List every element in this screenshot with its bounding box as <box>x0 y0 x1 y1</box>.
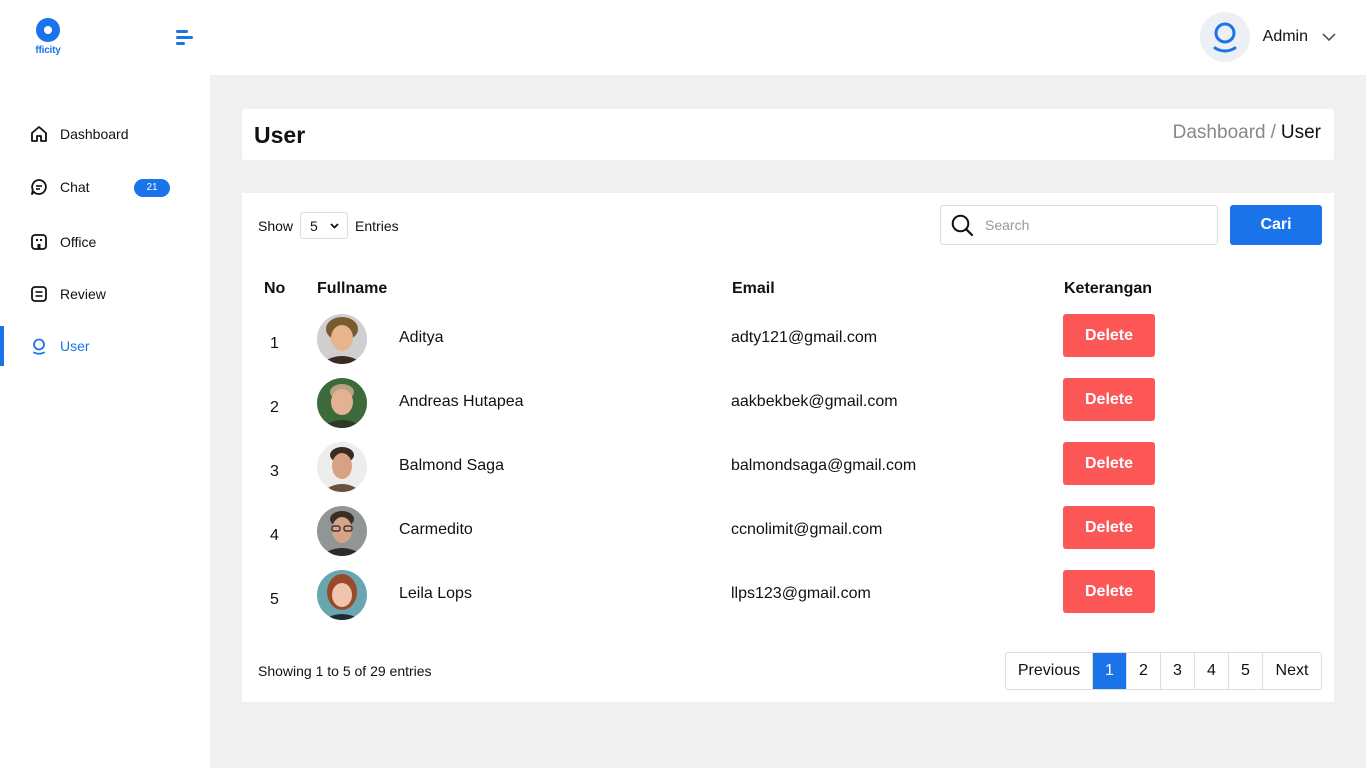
sidebar-item-label: User <box>60 338 90 354</box>
table-row: 3 Balmond Saga balmondsaga@gmail.com Del… <box>242 442 1334 506</box>
user-photo <box>317 506 367 556</box>
column-header-email: Email <box>732 280 775 297</box>
user-email: aakbekbek@gmail.com <box>731 393 898 410</box>
showing-entries-text: Showing 1 to 5 of 29 entries <box>258 663 432 679</box>
row-number: 4 <box>270 527 279 544</box>
search-input[interactable] <box>985 217 1205 233</box>
pagination-page-4[interactable]: 4 <box>1195 653 1229 689</box>
user-table-card: Show 5 Entries Cari No Fullname Email Ke… <box>242 193 1334 702</box>
page-header: User Dashboard / User <box>242 109 1334 160</box>
search-icon <box>951 214 974 236</box>
table-row: 4 Carmedito ccnolimit@gmail.com Delete <box>242 506 1334 570</box>
row-number: 5 <box>270 591 279 608</box>
user-fullname: Leila Lops <box>399 585 472 602</box>
table-row: 5 Leila Lops llps123@gmail.com Delete <box>242 570 1334 634</box>
row-number: 1 <box>270 335 279 352</box>
chevron-down-icon <box>330 222 339 229</box>
user-avatar-icon <box>1213 22 1237 53</box>
sidebar-item-user[interactable]: User <box>0 326 210 366</box>
pagination-page-1[interactable]: 1 <box>1093 653 1127 689</box>
search-box[interactable] <box>940 205 1218 245</box>
breadcrumb-dashboard-link[interactable]: Dashboard <box>1173 122 1266 143</box>
search-button[interactable]: Cari <box>1230 205 1322 245</box>
sidebar-item-label: Office <box>60 234 97 250</box>
column-header-no: No <box>264 280 286 297</box>
delete-button[interactable]: Delete <box>1063 506 1155 549</box>
sidebar-item-label: Chat <box>60 179 90 195</box>
sidebar: Dashboard Chat 21 Office Review User <box>0 75 210 768</box>
chat-count-badge: 21 <box>134 179 170 197</box>
delete-button[interactable]: Delete <box>1063 378 1155 421</box>
sidebar-item-office[interactable]: Office <box>0 222 210 262</box>
entries-control: Show 5 Entries <box>258 212 399 239</box>
sidebar-item-label: Review <box>60 286 106 302</box>
page-title: User <box>254 122 306 148</box>
user-fullname: Aditya <box>399 329 444 346</box>
office-icon <box>31 234 47 250</box>
entries-select-value: 5 <box>310 217 318 234</box>
entries-label: Entries <box>355 217 399 234</box>
delete-button[interactable]: Delete <box>1063 570 1155 613</box>
breadcrumb-separator: / <box>1270 122 1276 143</box>
chat-icon <box>31 179 47 195</box>
pagination-next[interactable]: Next <box>1263 653 1321 689</box>
show-label: Show <box>258 217 294 234</box>
user-photo <box>317 442 367 492</box>
user-photo <box>317 570 367 620</box>
user-email: adty121@gmail.com <box>731 329 878 346</box>
user-fullname: Balmond Saga <box>399 457 504 474</box>
user-photo <box>317 314 367 364</box>
app-logo[interactable]: fficity <box>30 18 66 56</box>
row-number: 2 <box>270 399 279 416</box>
pagination-page-5[interactable]: 5 <box>1229 653 1263 689</box>
column-header-fullname: Fullname <box>317 280 388 297</box>
pagination: Previous 1 2 3 4 5 Next <box>1005 652 1322 690</box>
user-photo <box>317 378 367 428</box>
entries-select[interactable]: 5 <box>300 212 349 239</box>
avatar <box>1199 12 1250 62</box>
logo-text: fficity <box>35 45 61 56</box>
chevron-down-icon[interactable] <box>1322 32 1336 42</box>
column-header-keterangan: Keterangan <box>1064 280 1153 297</box>
breadcrumb: Dashboard / User <box>1173 122 1321 144</box>
table-row: 2 Andreas Hutapea aakbekbek@gmail.com De… <box>242 378 1334 442</box>
pagination-previous[interactable]: Previous <box>1006 653 1093 689</box>
table-row: 1 Aditya adty121@gmail.com Delete <box>242 314 1334 378</box>
delete-button[interactable]: Delete <box>1063 442 1155 485</box>
sidebar-item-dashboard[interactable]: Dashboard <box>0 114 210 154</box>
home-icon <box>31 126 47 142</box>
review-icon <box>31 286 47 302</box>
delete-button[interactable]: Delete <box>1063 314 1155 357</box>
menu-toggle-icon[interactable] <box>174 28 194 46</box>
user-name: Admin <box>1262 28 1308 45</box>
user-email: llps123@gmail.com <box>731 585 871 602</box>
user-email: ccnolimit@gmail.com <box>731 521 883 538</box>
pagination-page-3[interactable]: 3 <box>1161 653 1195 689</box>
sidebar-item-chat[interactable]: Chat 21 <box>0 167 210 207</box>
user-icon <box>33 338 45 355</box>
top-bar: fficity Admin <box>0 0 1366 75</box>
sidebar-item-label: Dashboard <box>60 126 129 142</box>
user-fullname: Andreas Hutapea <box>399 393 524 410</box>
user-fullname: Carmedito <box>399 521 473 538</box>
pagination-page-2[interactable]: 2 <box>1127 653 1161 689</box>
breadcrumb-current: User <box>1280 122 1321 143</box>
user-email: balmondsaga@gmail.com <box>731 457 917 474</box>
logo-mark-icon <box>36 18 60 42</box>
row-number: 3 <box>270 463 279 480</box>
user-menu[interactable]: Admin <box>1199 12 1336 62</box>
sidebar-item-review[interactable]: Review <box>0 274 210 314</box>
